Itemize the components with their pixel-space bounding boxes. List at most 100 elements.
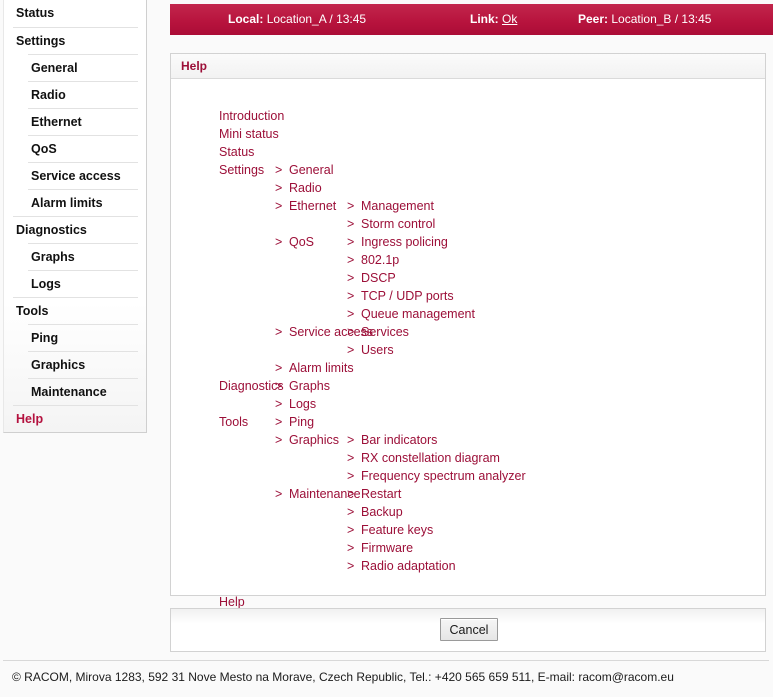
tree-separator-icon: > [347,325,355,339]
help-link-queue-management[interactable]: Queue management [361,305,475,323]
sidebar-item-maintenance[interactable]: Maintenance [28,378,138,405]
help-tree-row: > Radio adaptation [219,557,765,575]
sidebar-item-general[interactable]: General [28,54,138,81]
status-link: Link: Ok [470,4,517,35]
status-peer-label: Peer: [578,12,609,26]
sidebar-item-graphics[interactable]: Graphics [28,351,138,378]
sidebar-item-alarm-limits[interactable]: Alarm limits [28,189,138,216]
help-link-diagnostics[interactable]: Diagnostics [219,377,284,395]
sidebar-item-radio[interactable]: Radio [28,81,138,108]
help-link-graphs[interactable]: Graphs [289,377,330,395]
help-tree-row: > Maintenance > Restart [219,485,765,503]
tree-separator-icon: > [275,361,283,375]
help-link-rx-constellation-diagram[interactable]: RX constellation diagram [361,449,500,467]
status-local-label: Local: [228,12,264,26]
help-link-tcp-udp-ports[interactable]: TCP / UDP ports [361,287,454,305]
page-footer: © RACOM, Mirova 1283, 592 31 Nove Mesto … [3,660,769,693]
help-tree-row: Settings > General [219,161,765,179]
help-link-bar-indicators[interactable]: Bar indicators [361,431,437,449]
tree-separator-icon: > [347,469,355,483]
help-tree-row: > Storm control [219,215,765,233]
tree-separator-icon: > [347,433,355,447]
help-tree-row: > QoS > Ingress policing [219,233,765,251]
help-link-radio-adaptation[interactable]: Radio adaptation [361,557,456,575]
sidebar-item-label: Status [16,6,55,20]
tree-separator-icon: > [275,415,283,429]
help-link-ping[interactable]: Ping [289,413,314,431]
help-link-alarm-limits[interactable]: Alarm limits [289,359,354,377]
sidebar-item-settings[interactable]: Settings [13,27,138,54]
tree-separator-icon: > [347,307,355,321]
help-link-graphics[interactable]: Graphics [289,431,339,449]
help-tree-row: > Service access > Services [219,323,765,341]
help-link-introduction[interactable]: Introduction [219,107,284,125]
tree-separator-icon: > [347,217,355,231]
sidebar-item-service-access[interactable]: Service access [28,162,138,189]
status-peer-value: Location_B / 13:45 [611,12,712,26]
help-link-radio[interactable]: Radio [289,179,322,197]
help-link-logs[interactable]: Logs [289,395,316,413]
help-tree-row: Mini status [219,125,765,143]
sidebar-item-label: Maintenance [31,385,107,399]
tree-separator-icon: > [347,343,355,357]
sidebar-item-graphs[interactable]: Graphs [28,243,138,270]
cancel-button[interactable]: Cancel [440,618,498,641]
sidebar-item-label: QoS [31,142,57,156]
action-bar: Cancel [170,608,766,652]
help-tree-row: >802.1p [219,251,765,269]
tree-separator-icon: > [275,397,283,411]
status-local: Local: Location_A / 13:45 [228,4,366,35]
help-link-firmware[interactable]: Firmware [361,539,413,557]
sidebar-item-diagnostics[interactable]: Diagnostics [13,216,138,243]
sidebar-item-ethernet[interactable]: Ethernet [28,108,138,135]
help-tree-row: > Frequency spectrum analyzer [219,467,765,485]
status-link-label: Link: [470,12,499,26]
sidebar-item-label: Graphs [31,250,75,264]
help-link-tools[interactable]: Tools [219,413,248,431]
help-link-general[interactable]: General [289,161,333,179]
tree-separator-icon: > [347,271,355,285]
help-link-services[interactable]: Services [361,323,409,341]
help-link-users[interactable]: Users [361,341,394,359]
app-root: Status Settings General Radio Ethernet QoS Ser… [0,0,773,697]
tree-separator-icon: > [347,487,355,501]
tree-separator-icon: > [347,451,355,465]
help-tree-row: > Ethernet > Management [219,197,765,215]
help-tree-row: Status [219,143,765,161]
sidebar-item-qos[interactable]: QoS [28,135,138,162]
tree-separator-icon: > [275,163,283,177]
tree-separator-icon: > [347,523,355,537]
panel-title: Help [171,54,765,79]
help-link-restart[interactable]: Restart [361,485,401,503]
sidebar-item-label: Ethernet [31,115,82,129]
sidebar-item-label: General [31,61,78,75]
help-link-frequency-spectrum-analyzer[interactable]: Frequency spectrum analyzer [361,467,526,485]
tree-separator-icon: > [275,379,283,393]
sidebar-item-tools[interactable]: Tools [13,297,138,324]
help-link-ethernet[interactable]: Ethernet [289,197,336,215]
status-link-value[interactable]: Ok [502,12,517,26]
sidebar-item-ping[interactable]: Ping [28,324,138,351]
help-link-qos[interactable]: QoS [289,233,314,251]
help-link-mini-status[interactable]: Mini status [219,125,279,143]
help-link-storm-control[interactable]: Storm control [361,215,435,233]
help-link-backup[interactable]: Backup [361,503,403,521]
help-link-status[interactable]: Status [219,143,254,161]
tree-separator-icon: > [275,433,283,447]
help-link-feature-keys[interactable]: Feature keys [361,521,433,539]
help-tree-row: Introduction [219,107,765,125]
sidebar-item-status[interactable]: Status [13,0,138,27]
sidebar-item-label: Tools [16,304,49,318]
sidebar-item-logs[interactable]: Logs [28,270,138,297]
help-link-management[interactable]: Management [361,197,434,215]
help-tree-row: > Queue management [219,305,765,323]
help-link-802-1p[interactable]: 802.1p [361,251,399,269]
help-tree-row: Tools > Ping [219,413,765,431]
sidebar-item-label: Settings [16,34,66,48]
help-tree-row [219,575,765,593]
help-link-dscp[interactable]: DSCP [361,269,396,287]
help-link-ingress-policing[interactable]: Ingress policing [361,233,448,251]
help-tree-row: > Alarm limits [219,359,765,377]
help-link-settings[interactable]: Settings [219,161,264,179]
sidebar-item-help[interactable]: Help [13,405,138,432]
